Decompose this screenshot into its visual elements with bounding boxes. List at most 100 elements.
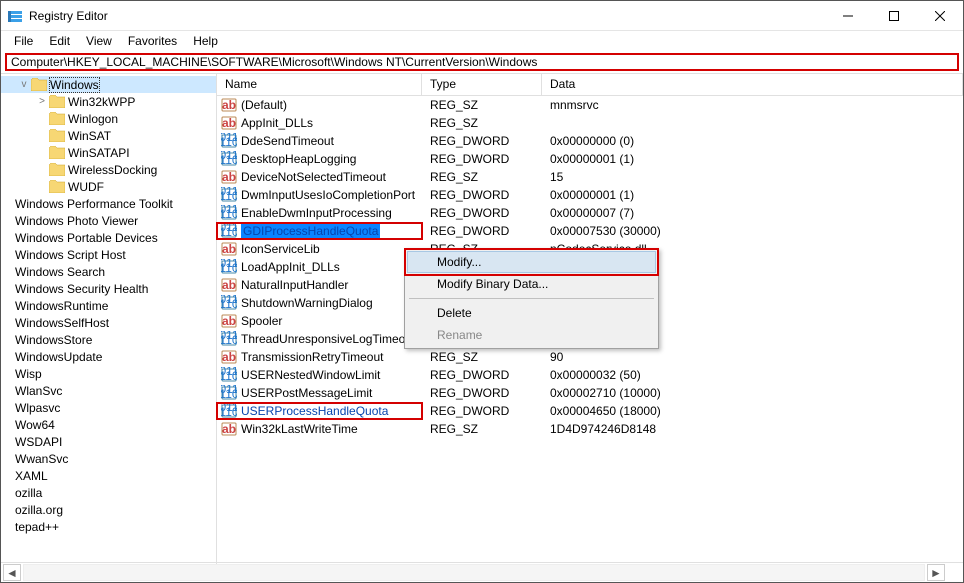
value-row[interactable]: AppInit_DLLsREG_SZ: [217, 114, 963, 132]
value-type: REG_SZ: [422, 116, 542, 130]
value-name: ShutdownWarningDialog: [241, 296, 373, 310]
tree-item-label: ozilla.org: [15, 503, 63, 517]
tree-item[interactable]: Winlogon: [1, 110, 216, 127]
tree-item[interactable]: WindowsSelfHost: [1, 314, 216, 331]
tree-item[interactable]: Wlpasvc: [1, 399, 216, 416]
tree-item[interactable]: ozilla.org: [1, 501, 216, 518]
menu-view[interactable]: View: [79, 32, 119, 50]
value-type: REG_SZ: [422, 422, 542, 436]
hscroll-left[interactable]: ◄: [3, 564, 21, 581]
tree-item[interactable]: XAML: [1, 467, 216, 484]
tree-item-label: WindowsSelfHost: [15, 316, 109, 330]
value-type: REG_SZ: [422, 98, 542, 112]
string-value-icon: [221, 349, 237, 365]
tree-item[interactable]: WinSAT: [1, 127, 216, 144]
maximize-button[interactable]: [871, 1, 917, 31]
tree-item[interactable]: WlanSvc: [1, 382, 216, 399]
ctx-modify[interactable]: Modify...: [407, 251, 656, 273]
tree-item-label: XAML: [15, 469, 48, 483]
tree-item[interactable]: Windows Performance Toolkit: [1, 195, 216, 212]
value-row[interactable]: DdeSendTimeoutREG_DWORD0x00000000 (0): [217, 132, 963, 150]
value-row[interactable]: DeviceNotSelectedTimeoutREG_SZ15: [217, 168, 963, 186]
value-row[interactable]: EnableDwmInputProcessingREG_DWORD0x00000…: [217, 204, 963, 222]
tree-item[interactable]: tepad++: [1, 518, 216, 535]
header-type[interactable]: Type: [422, 74, 542, 95]
tree-item-label: Windows Script Host: [15, 248, 126, 262]
string-value-icon: [221, 313, 237, 329]
minimize-button[interactable]: [825, 1, 871, 31]
hscroll-right[interactable]: ►: [927, 564, 945, 581]
tree-item[interactable]: Wisp: [1, 365, 216, 382]
tree-item-label: Winlogon: [68, 112, 118, 126]
menu-bar: File Edit View Favorites Help: [1, 31, 963, 51]
tree-item[interactable]: WindowsUpdate: [1, 348, 216, 365]
string-value-icon: [221, 97, 237, 113]
key-tree[interactable]: vWindows>Win32kWPP Winlogon WinSATWinSATAP…: [1, 74, 217, 564]
menu-edit[interactable]: Edit: [42, 32, 77, 50]
tree-item[interactable]: WwanSvc: [1, 450, 216, 467]
tree-item-label: WindowsUpdate: [15, 350, 102, 364]
tree-item[interactable]: WinSATAPI: [1, 144, 216, 161]
tree-item[interactable]: >Win32kWPP: [1, 93, 216, 110]
dword-value-icon: [221, 223, 237, 239]
menu-help[interactable]: Help: [186, 32, 225, 50]
tree-item[interactable]: Wow64: [1, 416, 216, 433]
tree-item-label: WinSAT: [68, 129, 111, 143]
hscroll-track[interactable]: [23, 564, 925, 581]
dword-value-icon: [221, 331, 237, 347]
tree-item[interactable]: Windows Security Health: [1, 280, 216, 297]
tree-item[interactable]: Windows Search: [1, 263, 216, 280]
value-type: REG_DWORD: [422, 224, 542, 238]
expander-icon[interactable]: >: [35, 96, 49, 107]
tree-item[interactable]: WindowsStore: [1, 331, 216, 348]
dword-value-icon: [221, 187, 237, 203]
tree-item[interactable]: Windows Portable Devices: [1, 229, 216, 246]
tree-item[interactable]: Windows Photo Viewer: [1, 212, 216, 229]
value-type: REG_DWORD: [422, 152, 542, 166]
value-row[interactable]: DwmInputUsesIoCompletionPortREG_DWORD0x0…: [217, 186, 963, 204]
value-row[interactable]: USERProcessHandleQuotaREG_DWORD0x0000465…: [217, 402, 963, 420]
value-row[interactable]: (Default)REG_SZmnmsrvc: [217, 96, 963, 114]
tree-item-label: Wow64: [15, 418, 55, 432]
value-type: REG_DWORD: [422, 386, 542, 400]
value-data: 1D4D974246D8148: [542, 422, 963, 436]
value-row[interactable]: USERPostMessageLimitREG_DWORD0x00002710 …: [217, 384, 963, 402]
menu-favorites[interactable]: Favorites: [121, 32, 184, 50]
header-data[interactable]: Data: [542, 74, 963, 95]
tree-item[interactable]: WUDF: [1, 178, 216, 195]
value-row[interactable]: Win32kLastWriteTimeREG_SZ1D4D974246D8148: [217, 420, 963, 438]
value-name: LoadAppInit_DLLs: [241, 260, 340, 274]
dword-value-icon: [221, 367, 237, 383]
close-button[interactable]: [917, 1, 963, 31]
value-type: REG_DWORD: [422, 188, 542, 202]
value-type: REG_SZ: [422, 350, 542, 364]
tree-item[interactable]: Windows Script Host: [1, 246, 216, 263]
window-title: Registry Editor: [29, 9, 825, 23]
value-name: (Default): [241, 98, 287, 112]
folder-icon: [49, 146, 65, 159]
value-data: 0x00000000 (0): [542, 134, 963, 148]
tree-item-label: Wlpasvc: [15, 401, 60, 415]
folder-icon: [49, 163, 65, 176]
value-row[interactable]: TransmissionRetryTimeoutREG_SZ90: [217, 348, 963, 366]
value-name: USERPostMessageLimit: [241, 386, 372, 400]
tree-item[interactable]: ozilla: [1, 484, 216, 501]
tree-item[interactable]: vWindows: [1, 76, 216, 93]
string-value-icon: [221, 115, 237, 131]
tree-item-label: WirelessDocking: [68, 163, 157, 177]
value-name: USERNestedWindowLimit: [241, 368, 380, 382]
address-bar-row: Computer\HKEY_LOCAL_MACHINE\SOFTWARE\Mic…: [1, 51, 963, 73]
expander-icon[interactable]: v: [17, 79, 31, 90]
tree-item[interactable]: WSDAPI: [1, 433, 216, 450]
tree-item[interactable]: WirelessDocking: [1, 161, 216, 178]
header-name[interactable]: Name: [217, 74, 422, 95]
value-row[interactable]: GDIProcessHandleQuotaREG_DWORD0x00007530…: [217, 222, 963, 240]
address-bar[interactable]: Computer\HKEY_LOCAL_MACHINE\SOFTWARE\Mic…: [5, 53, 959, 71]
value-row[interactable]: DesktopHeapLoggingREG_DWORD0x00000001 (1…: [217, 150, 963, 168]
value-row[interactable]: USERNestedWindowLimitREG_DWORD0x00000032…: [217, 366, 963, 384]
ctx-delete[interactable]: Delete: [407, 302, 656, 324]
string-value-icon: [221, 169, 237, 185]
menu-file[interactable]: File: [7, 32, 40, 50]
tree-item[interactable]: WindowsRuntime: [1, 297, 216, 314]
ctx-modify-binary[interactable]: Modify Binary Data...: [407, 273, 656, 295]
